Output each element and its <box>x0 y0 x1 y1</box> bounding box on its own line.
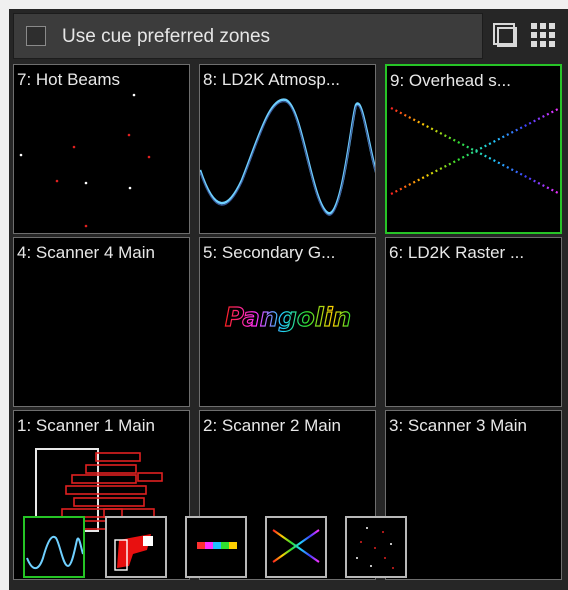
use-cue-preferred-zones-toggle[interactable]: Use cue preferred zones <box>13 13 483 59</box>
zone-title: 7: Hot Beams <box>17 70 120 89</box>
red-logo-thumbnail[interactable] <box>105 516 167 578</box>
toolbar: Use cue preferred zones <box>13 13 561 59</box>
cue-thumbnail-strip <box>23 516 423 584</box>
grid-view-icon[interactable] <box>529 21 557 49</box>
zone-preview-panel: Use cue preferred zones 7: Hot Beams 8: … <box>9 9 568 590</box>
zone-title: 9: Overhead s... <box>390 71 511 90</box>
zone-cell-ld2k-raster[interactable]: 6: LD2K Raster ... <box>385 237 562 407</box>
cue-preferred-zones-label: Use cue preferred zones <box>62 26 271 47</box>
zone-cell-ld2k-atmosphere[interactable]: 8: LD2K Atmosp... <box>199 64 376 234</box>
zone-title: 6: LD2K Raster ... <box>389 243 525 262</box>
cross-beams-preview <box>390 107 560 195</box>
cross-beams-thumb-icon <box>272 529 320 563</box>
rainbow-text-thumb-icon <box>197 542 237 549</box>
zone-cell-scanner-4[interactable]: 4: Scanner 4 Main <box>13 237 190 407</box>
zone-title: 3: Scanner 3 Main <box>389 416 527 435</box>
sine-wave-thumb-icon <box>26 535 83 570</box>
rainbow-text-thumbnail[interactable] <box>185 516 247 578</box>
cross-beams-thumbnail[interactable] <box>265 516 327 578</box>
dots-thumbnail[interactable] <box>345 516 407 578</box>
dots-thumb-icon <box>356 527 394 569</box>
zone-cell-secondary[interactable]: Pangolin 5: Secondary G... <box>199 237 376 407</box>
zone-cell-hot-beams[interactable]: 7: Hot Beams <box>13 64 190 234</box>
cue-preferred-zones-checkbox[interactable] <box>26 26 46 46</box>
zone-title: 1: Scanner 1 Main <box>17 416 155 435</box>
sine-wave-preview <box>200 98 375 216</box>
sine-wave-thumbnail[interactable] <box>23 516 85 578</box>
zone-title: 8: LD2K Atmosp... <box>203 70 341 89</box>
zone-title: 4: Scanner 4 Main <box>17 243 155 262</box>
red-logo-thumb-icon <box>114 534 153 571</box>
zone-title: 5: Secondary G... <box>203 243 336 262</box>
pangolin-text: Pangolin <box>225 303 351 333</box>
zone-title: 2: Scanner 2 Main <box>203 416 341 435</box>
zone-cell-overhead[interactable]: 9: Overhead s... <box>385 64 562 234</box>
hot-beams-preview <box>19 93 151 228</box>
pangolin-text-preview: Pangolin <box>224 302 351 333</box>
single-view-icon[interactable] <box>491 21 519 49</box>
